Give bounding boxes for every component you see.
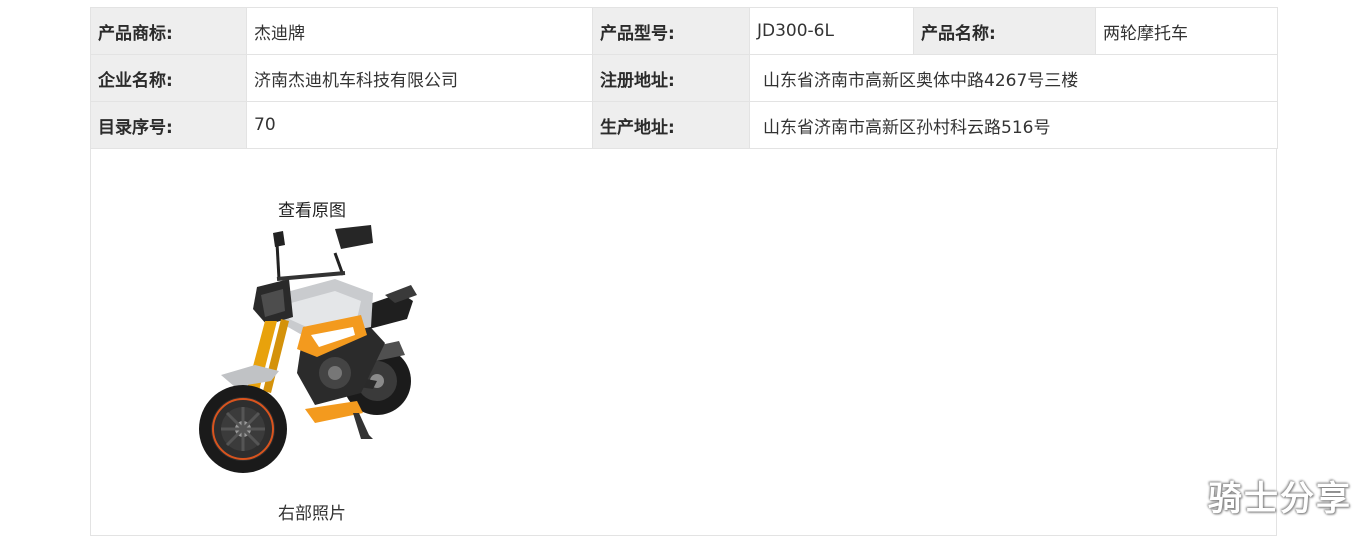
company-label: 企业名称: <box>90 54 247 102</box>
photo-caption: 右部照片 <box>278 504 346 524</box>
registered-address-value: 山东省济南市高新区奥体中路4267号三楼 <box>749 54 1278 102</box>
product-name-label: 产品名称: <box>913 7 1096 55</box>
production-address-label: 生产地址: <box>592 101 750 149</box>
model-label: 产品型号: <box>592 7 750 55</box>
catalog-number-value: 70 <box>246 101 593 149</box>
motorcycle-image[interactable] <box>185 223 430 483</box>
catalog-number-label: 目录序号: <box>90 101 247 149</box>
brand-label: 产品商标: <box>90 7 247 55</box>
product-name-value: 两轮摩托车 <box>1095 7 1278 55</box>
table-row: 企业名称: 济南杰迪机车科技有限公司 注册地址: 山东省济南市高新区奥体中路42… <box>90 54 1278 102</box>
company-value: 济南杰迪机车科技有限公司 <box>246 54 593 102</box>
table-row: 目录序号: 70 生产地址: 山东省济南市高新区孙村科云路516号 <box>90 101 1278 149</box>
view-original-link[interactable]: 查看原图 <box>278 196 346 221</box>
product-info-table: 产品商标: 杰迪牌 产品型号: JD300-6L 产品名称: 两轮摩托车 企业名… <box>90 7 1278 149</box>
registered-address-label: 注册地址: <box>592 54 750 102</box>
watermark-text: 骑士分享 <box>1208 479 1352 519</box>
brand-value: 杰迪牌 <box>246 7 593 55</box>
photo-panel: 查看原图 右部照片 <box>90 149 1277 536</box>
model-value: JD300-6L <box>749 7 914 55</box>
table-row: 产品商标: 杰迪牌 产品型号: JD300-6L 产品名称: 两轮摩托车 <box>90 7 1278 55</box>
production-address-value: 山东省济南市高新区孙村科云路516号 <box>749 101 1278 149</box>
